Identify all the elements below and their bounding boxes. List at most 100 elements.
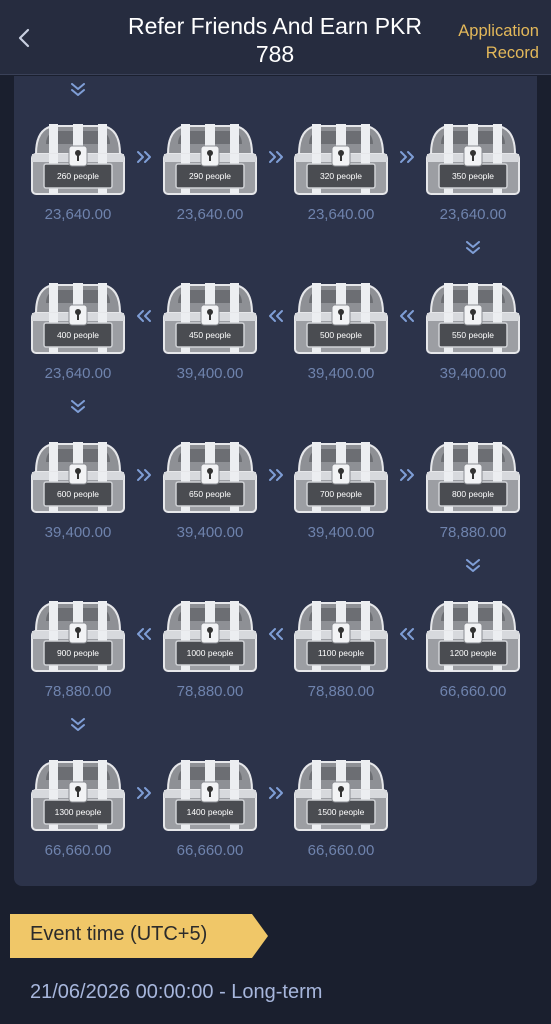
reward-amount: 23,640.00 <box>44 365 112 382</box>
double-chevron-right-icon <box>400 151 414 163</box>
chest-people-label: 550 people <box>451 330 495 340</box>
reward-chest[interactable]: 1200 people <box>425 597 521 677</box>
reward-amount: 66,660.00 <box>307 842 375 859</box>
event-time-value: 21/06/2026 00:00:00 - Long-term <box>30 981 323 1003</box>
reward-amount: 66,660.00 <box>176 842 244 859</box>
chest-icon <box>162 279 258 359</box>
chest-people-label: 900 people <box>56 648 100 658</box>
chest-people-label: 450 people <box>188 330 232 340</box>
chest-people-label: 1300 people <box>54 807 102 817</box>
chest-people-label: 260 people <box>56 171 100 181</box>
reward-chest[interactable]: 1000 people <box>162 597 258 677</box>
reward-chest[interactable]: 1500 people <box>293 756 389 836</box>
chest-icon <box>30 756 126 836</box>
chest-people-label: 1100 people <box>317 648 365 658</box>
chest-people-label: 290 people <box>188 171 232 181</box>
chest-people-label: 1000 people <box>186 648 234 658</box>
double-chevron-left-icon <box>400 310 414 322</box>
double-chevron-left-icon <box>137 310 151 322</box>
reward-chest[interactable]: 800 people <box>425 438 521 518</box>
double-chevron-left-icon <box>137 628 151 640</box>
reward-chest[interactable]: 450 people <box>162 279 258 359</box>
reward-chest[interactable]: 900 people <box>30 597 126 677</box>
double-chevron-right-icon <box>137 787 151 799</box>
reward-chest[interactable]: 290 people <box>162 120 258 200</box>
chest-people-label: 1400 people <box>186 807 234 817</box>
reward-chest[interactable]: 700 people <box>293 438 389 518</box>
chest-icon <box>162 597 258 677</box>
application-record-link[interactable]: Application Record <box>457 20 539 64</box>
chest-icon <box>162 438 258 518</box>
reward-amount: 66,660.00 <box>44 842 112 859</box>
reward-amount: 39,400.00 <box>307 524 375 541</box>
chest-people-label: 800 people <box>451 489 495 499</box>
chest-icon <box>30 279 126 359</box>
header-bar: Refer Friends And Earn PKR 788 Applicati… <box>0 0 551 75</box>
reward-chest[interactable]: 1400 people <box>162 756 258 836</box>
reward-amount: 23,640.00 <box>307 206 375 223</box>
double-chevron-right-icon <box>268 151 283 163</box>
reward-amount: 39,400.00 <box>307 365 375 382</box>
chest-people-label: 500 people <box>319 330 363 340</box>
double-chevron-down-icon <box>466 241 480 254</box>
reward-chest[interactable]: 320 people <box>293 120 389 200</box>
chest-icon <box>293 756 389 836</box>
chest-icon <box>30 597 126 677</box>
reward-amount: 78,880.00 <box>307 683 375 700</box>
reward-amount: 23,640.00 <box>44 206 112 223</box>
chest-icon <box>293 279 389 359</box>
chest-people-label: 600 people <box>56 489 100 499</box>
double-chevron-down-icon <box>466 559 480 572</box>
reward-chest[interactable]: 350 people <box>425 120 521 200</box>
chest-people-label: 400 people <box>56 330 100 340</box>
reward-amount: 39,400.00 <box>176 524 244 541</box>
reward-chest[interactable]: 600 people <box>30 438 126 518</box>
reward-chest[interactable]: 400 people <box>30 279 126 359</box>
double-chevron-right-icon <box>137 469 151 481</box>
reward-amount: 66,660.00 <box>439 683 507 700</box>
reward-chest[interactable]: 500 people <box>293 279 389 359</box>
chest-people-label: 320 people <box>319 171 363 181</box>
double-chevron-down-icon <box>71 400 85 413</box>
page-title: Refer Friends And Earn PKR 788 <box>127 13 423 67</box>
double-chevron-left-icon <box>400 628 414 640</box>
chest-people-label: 350 people <box>451 171 495 181</box>
chest-icon <box>293 597 389 677</box>
chest-people-label: 650 people <box>188 489 232 499</box>
reward-amount: 23,640.00 <box>439 206 507 223</box>
reward-amount: 78,880.00 <box>44 683 112 700</box>
reward-chest[interactable]: 1300 people <box>30 756 126 836</box>
reward-amount: 23,640.00 <box>176 206 244 223</box>
chest-icon <box>30 120 126 200</box>
double-chevron-right-icon <box>137 151 151 163</box>
chest-people-label: 1200 people <box>449 648 497 658</box>
double-chevron-right-icon <box>400 469 414 481</box>
double-chevron-right-icon <box>268 787 283 799</box>
chest-icon <box>293 438 389 518</box>
double-chevron-left-icon <box>268 628 283 640</box>
double-chevron-down-icon <box>71 83 85 96</box>
chevron-left-icon[interactable] <box>14 27 36 49</box>
reward-amount: 39,400.00 <box>439 365 507 382</box>
chest-icon <box>293 120 389 200</box>
chest-people-label: 700 people <box>319 489 363 499</box>
reward-chest[interactable]: 550 people <box>425 279 521 359</box>
chest-icon <box>425 438 521 518</box>
chest-icon <box>162 120 258 200</box>
double-chevron-left-icon <box>268 310 283 322</box>
reward-chest[interactable]: 650 people <box>162 438 258 518</box>
event-time-label: Event time (UTC+5) <box>30 923 208 945</box>
double-chevron-right-icon <box>268 469 283 481</box>
chest-icon <box>425 120 521 200</box>
chest-people-label: 1500 people <box>317 807 365 817</box>
double-chevron-down-icon <box>71 718 85 731</box>
reward-amount: 39,400.00 <box>44 524 112 541</box>
reward-chest[interactable]: 1100 people <box>293 597 389 677</box>
chest-icon <box>425 279 521 359</box>
chest-icon <box>30 438 126 518</box>
chest-icon <box>425 597 521 677</box>
reward-chest[interactable]: 260 people <box>30 120 126 200</box>
reward-amount: 78,880.00 <box>176 683 244 700</box>
chest-icon <box>162 756 258 836</box>
reward-amount: 78,880.00 <box>439 524 507 541</box>
